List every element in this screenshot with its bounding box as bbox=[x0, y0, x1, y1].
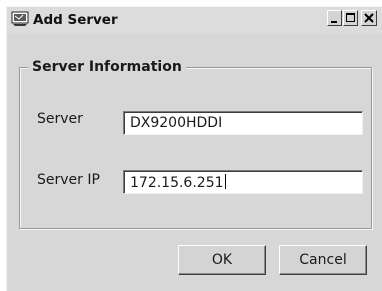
minimize-button[interactable] bbox=[327, 10, 342, 26]
close-icon bbox=[364, 13, 374, 23]
maximize-icon bbox=[346, 13, 355, 22]
cancel-button[interactable]: Cancel bbox=[279, 245, 367, 275]
server-ip-input[interactable]: 172.15.6.251 bbox=[123, 170, 363, 194]
maximize-button[interactable] bbox=[343, 10, 358, 26]
ok-button[interactable]: OK bbox=[178, 245, 266, 275]
add-server-dialog: Add Server Server Information Server DX9… bbox=[6, 6, 382, 291]
window-title: Add Server bbox=[33, 12, 118, 28]
minimize-icon bbox=[331, 21, 337, 23]
server-ip-label: Server IP bbox=[37, 172, 100, 188]
server-app-icon bbox=[11, 11, 29, 27]
group-title: Server Information bbox=[28, 59, 186, 75]
server-ip-input-value: 172.15.6.251 bbox=[130, 175, 224, 191]
server-input-value: DX9200HDDI bbox=[130, 115, 223, 131]
server-information-group bbox=[19, 67, 372, 229]
close-button[interactable] bbox=[361, 10, 377, 26]
server-input[interactable]: DX9200HDDI bbox=[123, 111, 363, 135]
text-caret bbox=[224, 174, 226, 189]
server-label: Server bbox=[37, 111, 83, 127]
title-bar[interactable]: Add Server bbox=[7, 7, 382, 34]
